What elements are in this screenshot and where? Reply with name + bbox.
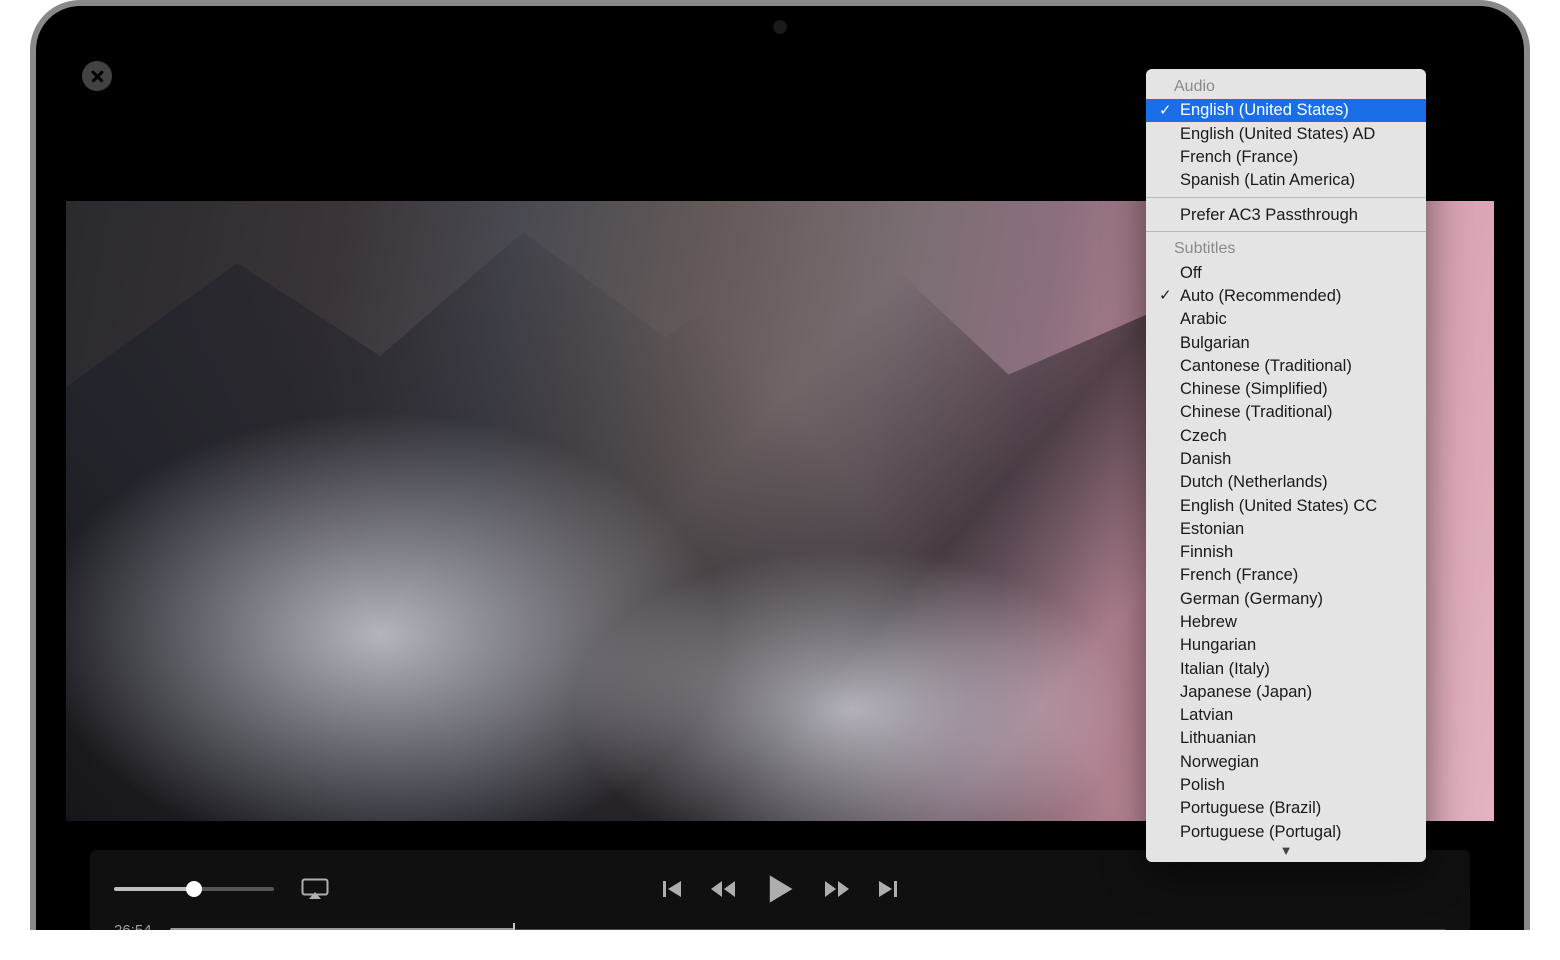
volume-slider[interactable] <box>114 887 274 891</box>
subtitle-track-item[interactable]: ✓ Auto (Recommended) <box>1146 285 1426 308</box>
menu-item-label: Norwegian <box>1180 753 1259 771</box>
subtitle-track-item[interactable]: Hebrew <box>1146 611 1426 634</box>
subtitle-track-item[interactable]: Chinese (Traditional) <box>1146 401 1426 424</box>
camera-notch <box>773 20 787 34</box>
menu-item-label: French (France) <box>1180 566 1298 584</box>
audio-track-item[interactable]: ✓ English (United States) <box>1146 99 1426 122</box>
laptop-frame: 26:54 Audio ✓English (United States)Engl… <box>30 0 1530 960</box>
menu-item-label: Spanish (Latin America) <box>1180 171 1355 189</box>
subtitle-track-item[interactable]: Cantonese (Traditional) <box>1146 355 1426 378</box>
subtitle-track-item[interactable]: French (France) <box>1146 564 1426 587</box>
menu-item-label: Finnish <box>1180 543 1233 561</box>
subtitle-track-item[interactable]: Portuguese (Portugal) <box>1146 820 1426 843</box>
menu-item-label: Hungarian <box>1180 636 1256 654</box>
subtitle-track-item[interactable]: Japanese (Japan) <box>1146 680 1426 703</box>
subtitle-track-item[interactable]: Off <box>1146 261 1426 284</box>
play-button[interactable] <box>763 872 797 906</box>
subtitle-track-item[interactable]: Polish <box>1146 774 1426 797</box>
menu-item-label: English (United States) CC <box>1180 497 1377 515</box>
menu-divider <box>1146 197 1426 198</box>
subtitle-track-item[interactable]: Lithuanian <box>1146 727 1426 750</box>
subtitle-track-item[interactable]: Finnish <box>1146 541 1426 564</box>
subtitle-track-item[interactable]: Estonian <box>1146 518 1426 541</box>
volume-thumb[interactable] <box>186 881 202 897</box>
subtitle-track-item[interactable]: English (United States) CC <box>1146 494 1426 517</box>
checkmark-icon: ✓ <box>1159 288 1172 303</box>
menu-item-label: English (United States) AD <box>1180 125 1375 143</box>
menu-item-label: Arabic <box>1180 310 1227 328</box>
next-track-button[interactable] <box>877 878 899 900</box>
subtitles-section-header: Subtitles <box>1146 237 1426 261</box>
audio-subtitles-menu: Audio ✓ English (United States) English (U… <box>1146 69 1426 862</box>
menu-item-label: Cantonese (Traditional) <box>1180 357 1352 375</box>
video-player-window: 26:54 Audio ✓English (United States)Engl… <box>66 51 1494 960</box>
menu-divider <box>1146 231 1426 232</box>
menu-item-label: Chinese (Traditional) <box>1180 403 1333 421</box>
menu-item-label: French (France) <box>1180 148 1298 166</box>
menu-item-label: Off <box>1180 264 1202 282</box>
menu-item-label: Latvian <box>1180 706 1233 724</box>
subtitle-track-item[interactable]: German (Germany) <box>1146 587 1426 610</box>
subtitle-track-item[interactable]: Chinese (Simplified) <box>1146 378 1426 401</box>
subtitle-track-item[interactable]: Italian (Italy) <box>1146 657 1426 680</box>
fast-forward-button[interactable] <box>823 878 851 900</box>
subtitle-track-item[interactable]: Norwegian <box>1146 750 1426 773</box>
audio-track-item[interactable]: English (United States) AD <box>1146 122 1426 145</box>
subtitle-track-item[interactable]: Hungarian <box>1146 634 1426 657</box>
subtitle-track-item[interactable]: Czech <box>1146 424 1426 447</box>
menu-item-label: Prefer AC3 Passthrough <box>1180 206 1358 224</box>
audio-section-header: Audio <box>1146 75 1426 99</box>
volume-group <box>114 877 330 901</box>
menu-item-label: Danish <box>1180 450 1231 468</box>
rewind-button[interactable] <box>709 878 737 900</box>
close-button[interactable] <box>82 61 112 91</box>
checkmark-icon: ✓ <box>1159 103 1172 118</box>
subtitle-track-item[interactable]: Portuguese (Brazil) <box>1146 797 1426 820</box>
menu-item-label: Dutch (Netherlands) <box>1180 473 1328 491</box>
menu-item-label: Czech <box>1180 427 1227 445</box>
menu-item-label: Polish <box>1180 776 1225 794</box>
menu-item-label: Chinese (Simplified) <box>1180 380 1328 398</box>
menu-item-label: Bulgarian <box>1180 334 1250 352</box>
menu-item-label: Lithuanian <box>1180 729 1256 747</box>
audio-track-item[interactable]: French (France) <box>1146 146 1426 169</box>
transport-controls <box>661 872 899 906</box>
airplay-button[interactable] <box>300 877 330 901</box>
subtitle-track-item[interactable]: Latvian <box>1146 704 1426 727</box>
subtitle-track-item[interactable]: Arabic <box>1146 308 1426 331</box>
menu-item-label: Estonian <box>1180 520 1244 538</box>
menu-item-label: Italian (Italy) <box>1180 660 1270 678</box>
controls-upper-row <box>114 866 1446 912</box>
menu-item-label: English (United States) <box>1180 101 1349 119</box>
menu-item-label: Auto (Recommended) <box>1180 287 1341 305</box>
subtitle-track-item[interactable]: Bulgarian <box>1146 331 1426 354</box>
prefer-ac3-item[interactable]: Prefer AC3 Passthrough <box>1146 203 1426 226</box>
subtitle-track-item[interactable]: Dutch (Netherlands) <box>1146 471 1426 494</box>
audio-track-item[interactable]: Spanish (Latin America) <box>1146 169 1426 192</box>
subtitle-track-item[interactable]: Danish <box>1146 448 1426 471</box>
scroll-down-indicator[interactable]: ▼ <box>1146 843 1426 860</box>
previous-track-button[interactable] <box>661 878 683 900</box>
volume-fill <box>114 887 194 891</box>
menu-item-label: Hebrew <box>1180 613 1237 631</box>
page-crop-edge <box>0 930 1560 960</box>
menu-item-label: Japanese (Japan) <box>1180 683 1312 701</box>
menu-item-label: Portuguese (Brazil) <box>1180 799 1321 817</box>
menu-item-label: Portuguese (Portugal) <box>1180 823 1341 841</box>
menu-item-label: German (Germany) <box>1180 590 1323 608</box>
